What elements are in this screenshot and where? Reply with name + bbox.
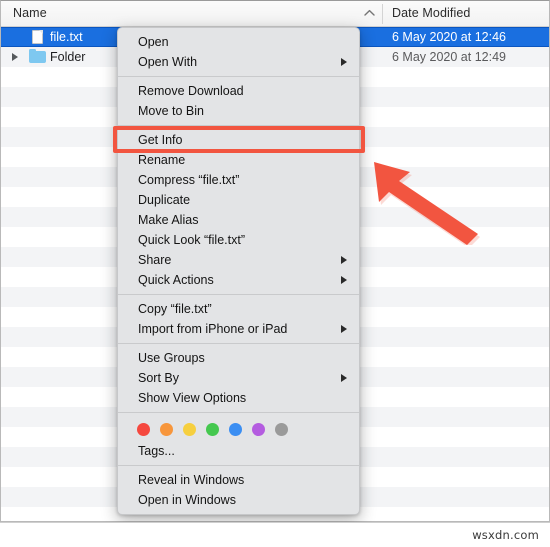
tag-color-row[interactable] — [118, 417, 359, 441]
menu-item-show-view-options[interactable]: Show View Options — [118, 388, 359, 408]
column-header-name[interactable]: Name — [13, 6, 47, 20]
file-date-modified: 6 May 2020 at 12:49 — [392, 50, 506, 64]
menu-item-compress-filetxt[interactable]: Compress “file.txt” — [118, 170, 359, 190]
menu-item-open[interactable]: Open — [118, 32, 359, 52]
folder-icon — [29, 48, 46, 63]
screenshot-root: Name Date Modified file.txt 6 May 2020 at… — [0, 0, 550, 547]
menu-item-move-to-bin[interactable]: Move to Bin — [118, 101, 359, 121]
menu-item-remove-download[interactable]: Remove Download — [118, 81, 359, 101]
menu-separator — [118, 76, 359, 77]
menu-item-share[interactable]: Share — [118, 250, 359, 270]
watermark-text: wsxdn.com — [472, 528, 539, 542]
menu-item-rename[interactable]: Rename — [118, 150, 359, 170]
tag-blue-dot[interactable] — [229, 422, 242, 436]
menu-item-sort-by[interactable]: Sort By — [118, 368, 359, 388]
document-icon — [32, 30, 43, 44]
file-name: Folder — [50, 50, 86, 64]
disclosure-triangle-icon[interactable] — [12, 53, 18, 61]
menu-separator — [118, 343, 359, 344]
menu-item-copy-filetxt[interactable]: Copy “file.txt” — [118, 299, 359, 319]
menu-item-reveal-in-windows[interactable]: Reveal in Windows — [118, 470, 359, 490]
tag-green-dot[interactable] — [206, 422, 219, 436]
menu-item-tags[interactable]: Tags... — [118, 441, 359, 461]
tag-yellow-dot[interactable] — [183, 422, 196, 436]
tag-red-dot[interactable] — [137, 422, 150, 436]
menu-separator — [118, 125, 359, 126]
submenu-arrow-icon — [341, 325, 347, 333]
file-name: file.txt — [50, 30, 83, 44]
column-header-bar: Name Date Modified — [1, 1, 549, 27]
menu-item-duplicate[interactable]: Duplicate — [118, 190, 359, 210]
sort-chevron-up-icon[interactable] — [363, 9, 375, 19]
menu-item-quick-look-filetxt[interactable]: Quick Look “file.txt” — [118, 230, 359, 250]
submenu-arrow-icon — [341, 276, 347, 284]
submenu-arrow-icon — [341, 374, 347, 382]
menu-separator — [118, 294, 359, 295]
menu-item-quick-actions[interactable]: Quick Actions — [118, 270, 359, 290]
menu-item-open-in-windows[interactable]: Open in Windows — [118, 490, 359, 510]
submenu-arrow-icon — [341, 58, 347, 66]
tag-orange-dot[interactable] — [160, 422, 173, 436]
tag-purple-dot[interactable] — [252, 422, 265, 436]
menu-item-import-from-iphone-or-ipad[interactable]: Import from iPhone or iPad — [118, 319, 359, 339]
menu-separator — [118, 465, 359, 466]
context-menu[interactable]: Open Open With Remove Download Move to Bin G… — [117, 27, 360, 515]
tag-grey-dot[interactable] — [275, 422, 288, 436]
menu-item-open-with[interactable]: Open With — [118, 52, 359, 72]
menu-separator — [118, 412, 359, 413]
column-divider — [382, 4, 383, 24]
watermark-strip: wsxdn.com — [0, 522, 550, 547]
menu-item-use-groups[interactable]: Use Groups — [118, 348, 359, 368]
file-date-modified: 6 May 2020 at 12:46 — [392, 30, 506, 44]
submenu-arrow-icon — [341, 256, 347, 264]
menu-item-make-alias[interactable]: Make Alias — [118, 210, 359, 230]
column-header-date-modified[interactable]: Date Modified — [392, 6, 470, 20]
menu-item-get-info[interactable]: Get Info — [118, 130, 359, 150]
